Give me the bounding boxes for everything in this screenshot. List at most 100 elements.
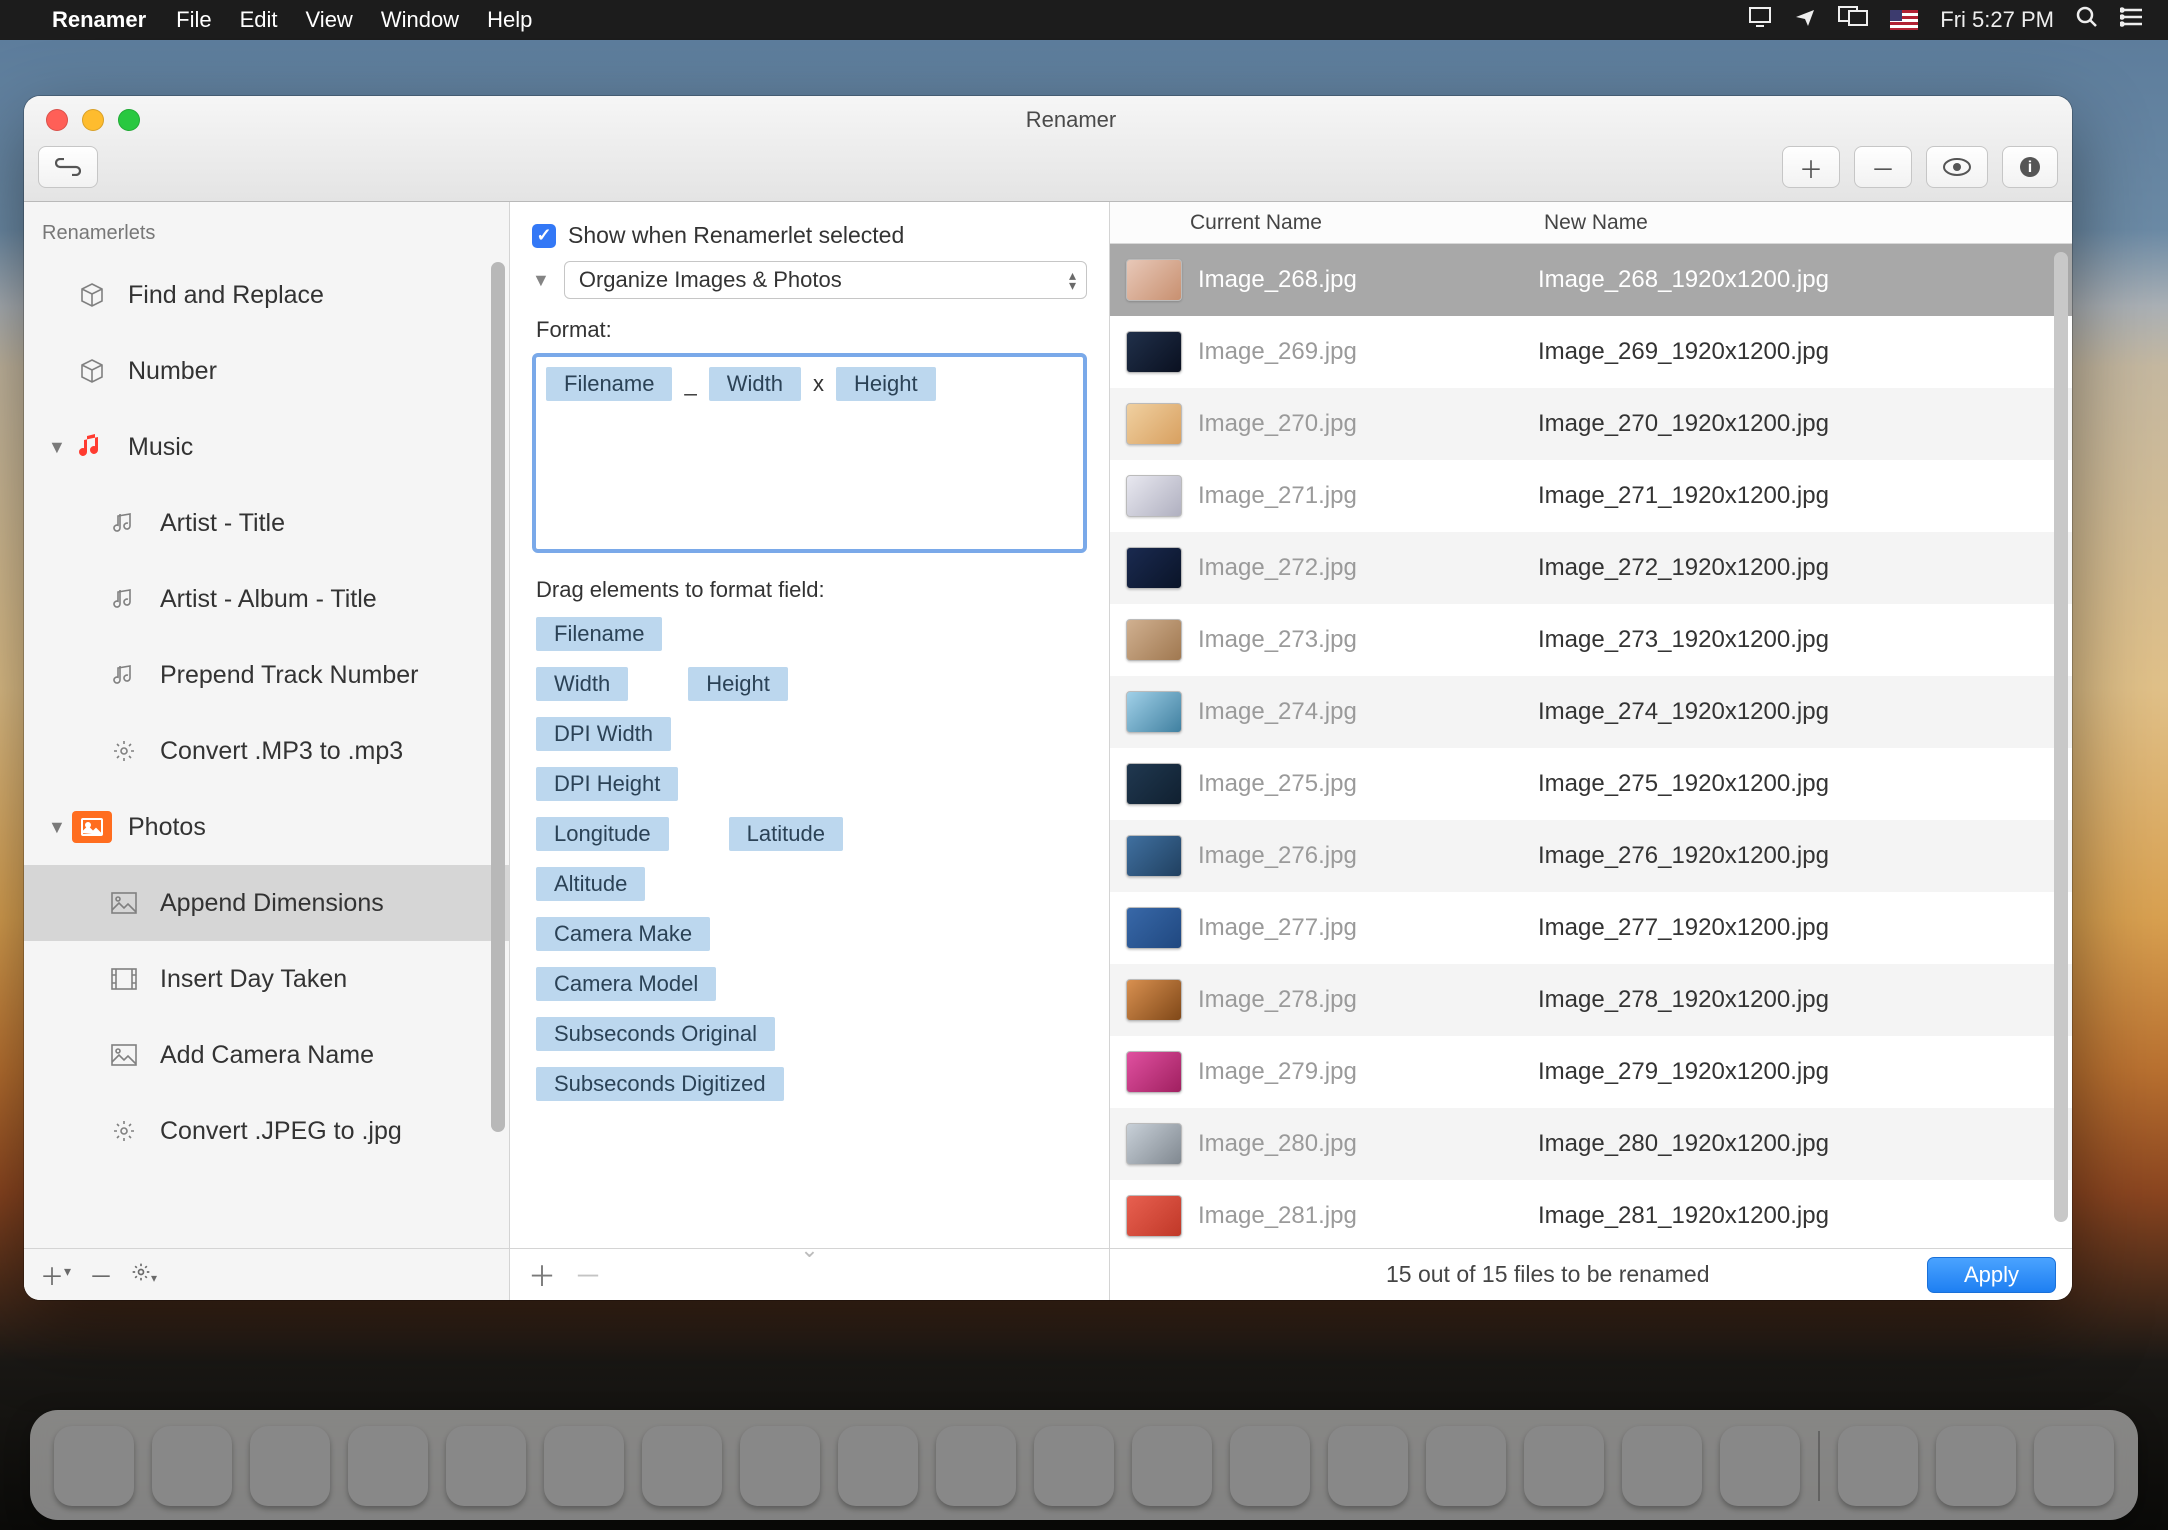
info-button[interactable]: i (2002, 146, 2058, 188)
clock[interactable]: Fri 5:27 PM (1940, 7, 2054, 33)
available-token[interactable]: Height (688, 667, 788, 701)
disclosure-triangle-icon[interactable]: ▼ (532, 270, 550, 291)
dock-app-icon[interactable] (1838, 1426, 1918, 1506)
dock-contacts-icon[interactable] (544, 1426, 624, 1506)
table-row[interactable]: Image_268.jpgImage_268_1920x1200.jpg (1110, 244, 2072, 316)
close-window-button[interactable] (46, 109, 68, 131)
dock-app-icon[interactable] (1720, 1426, 1800, 1506)
add-renamerlet-button[interactable]: ＋▾ (40, 1257, 71, 1292)
column-new-name[interactable]: New Name (1534, 211, 1648, 235)
menu-window[interactable]: Window (381, 7, 459, 33)
dock-ibooks-icon[interactable] (1426, 1426, 1506, 1506)
table-row[interactable]: Image_280.jpgImage_280_1920x1200.jpg (1110, 1108, 2072, 1180)
dock-app-icon[interactable] (1622, 1426, 1702, 1506)
sidebar-item-append-dimensions[interactable]: Append Dimensions (24, 865, 509, 941)
sidebar-item-convert-jpeg[interactable]: Convert .JPEG to .jpg (24, 1093, 509, 1169)
sidebar-item-add-camera[interactable]: Add Camera Name (24, 1017, 509, 1093)
remove-chain-button[interactable]: － (574, 1255, 602, 1295)
available-token[interactable]: Altitude (536, 867, 645, 901)
format-token-height[interactable]: Height (836, 367, 936, 401)
chevron-down-icon[interactable]: ⌄ (800, 1237, 818, 1263)
disclosure-triangle-icon[interactable]: ▼ (48, 817, 66, 838)
table-row[interactable]: Image_277.jpgImage_277_1920x1200.jpg (1110, 892, 2072, 964)
available-token[interactable]: Camera Make (536, 917, 710, 951)
available-token[interactable]: Subseconds Original (536, 1017, 775, 1051)
disclosure-triangle-icon[interactable]: ▼ (48, 437, 66, 458)
sidebar-group-music[interactable]: ▼ Music (24, 409, 509, 485)
remove-button[interactable]: － (1854, 146, 1912, 188)
dock-maps-icon[interactable] (936, 1426, 1016, 1506)
table-row[interactable]: Image_281.jpgImage_281_1920x1200.jpg (1110, 1180, 2072, 1248)
show-when-selected-checkbox[interactable] (532, 224, 556, 248)
sidebar-item-artist-album-title[interactable]: Artist - Album - Title (24, 561, 509, 637)
sidebar-item-number[interactable]: Number (24, 333, 509, 409)
sidebar-item-convert-mp3[interactable]: Convert .MP3 to .mp3 (24, 713, 509, 789)
table-row[interactable]: Image_271.jpgImage_271_1920x1200.jpg (1110, 460, 2072, 532)
sidebar-scrollbar[interactable] (491, 262, 505, 1132)
table-row[interactable]: Image_275.jpgImage_275_1920x1200.jpg (1110, 748, 2072, 820)
available-token[interactable]: Longitude (536, 817, 669, 851)
column-current-name[interactable]: Current Name (1110, 211, 1534, 235)
files-scrollbar[interactable] (2054, 252, 2068, 1222)
available-token[interactable]: Camera Model (536, 967, 716, 1001)
dock-documents-icon[interactable] (1936, 1426, 2016, 1506)
available-token[interactable]: DPI Height (536, 767, 678, 801)
table-row[interactable]: Image_270.jpgImage_270_1920x1200.jpg (1110, 388, 2072, 460)
menu-file[interactable]: File (176, 7, 211, 33)
active-app-menu[interactable]: Renamer (52, 7, 146, 33)
dock-calendar-icon[interactable] (642, 1426, 722, 1506)
dock-notes-icon[interactable] (740, 1426, 820, 1506)
dock-mail-icon[interactable] (446, 1426, 526, 1506)
add-chain-button[interactable]: ＋ (528, 1255, 556, 1295)
preview-button[interactable] (1926, 146, 1988, 188)
dock-sysprefs-icon[interactable] (1524, 1426, 1604, 1506)
minimize-window-button[interactable] (82, 109, 104, 131)
format-field[interactable]: Filename _ Width x Height (532, 353, 1087, 553)
format-separator[interactable]: x (801, 367, 836, 401)
apply-button[interactable]: Apply (1927, 1257, 2056, 1293)
table-row[interactable]: Image_273.jpgImage_273_1920x1200.jpg (1110, 604, 2072, 676)
table-row[interactable]: Image_278.jpgImage_278_1920x1200.jpg (1110, 964, 2072, 1036)
sidebar-item-insert-day[interactable]: Insert Day Taken (24, 941, 509, 1017)
dock-trash-icon[interactable] (2034, 1426, 2114, 1506)
menu-help[interactable]: Help (487, 7, 532, 33)
dock-reminders-icon[interactable] (838, 1426, 918, 1506)
zoom-window-button[interactable] (118, 109, 140, 131)
available-token[interactable]: Filename (536, 617, 662, 651)
tray-icon[interactable] (1794, 6, 1816, 34)
add-button[interactable]: ＋ (1782, 146, 1840, 188)
dock-safari-icon[interactable] (348, 1426, 428, 1506)
table-row[interactable]: Image_279.jpgImage_279_1920x1200.jpg (1110, 1036, 2072, 1108)
dock-finder-icon[interactable] (54, 1426, 134, 1506)
format-token-filename[interactable]: Filename (546, 367, 672, 401)
format-separator[interactable]: _ (672, 367, 708, 401)
chain-link-button[interactable] (38, 146, 98, 188)
spotlight-icon[interactable] (2076, 6, 2098, 34)
notifications-icon[interactable] (2120, 7, 2144, 33)
dock-facetime-icon[interactable] (1230, 1426, 1310, 1506)
remove-renamerlet-button[interactable]: － (89, 1257, 113, 1292)
sidebar-group-photos[interactable]: ▼ Photos (24, 789, 509, 865)
table-row[interactable]: Image_276.jpgImage_276_1920x1200.jpg (1110, 820, 2072, 892)
available-token[interactable]: Latitude (729, 817, 843, 851)
sidebar-item-artist-title[interactable]: Artist - Title (24, 485, 509, 561)
preset-select[interactable]: Organize Images & Photos ▴▾ (564, 261, 1087, 299)
actions-button[interactable]: ▾ (131, 1261, 157, 1289)
available-token[interactable]: Subseconds Digitized (536, 1067, 784, 1101)
sidebar-item-prepend-track[interactable]: Prepend Track Number (24, 637, 509, 713)
dock-siri-icon[interactable] (152, 1426, 232, 1506)
dock-photos-icon[interactable] (1034, 1426, 1114, 1506)
format-token-width[interactable]: Width (709, 367, 801, 401)
sidebar-item-find-replace[interactable]: Find and Replace (24, 257, 509, 333)
menu-view[interactable]: View (306, 7, 353, 33)
table-row[interactable]: Image_274.jpgImage_274_1920x1200.jpg (1110, 676, 2072, 748)
available-token[interactable]: DPI Width (536, 717, 671, 751)
dock-itunes-icon[interactable] (1328, 1426, 1408, 1506)
tray-icon[interactable] (1748, 6, 1772, 34)
dock-launchpad-icon[interactable] (250, 1426, 330, 1506)
flag-icon[interactable] (1890, 10, 1918, 30)
table-row[interactable]: Image_272.jpgImage_272_1920x1200.jpg (1110, 532, 2072, 604)
dock-messages-icon[interactable] (1132, 1426, 1212, 1506)
table-row[interactable]: Image_269.jpgImage_269_1920x1200.jpg (1110, 316, 2072, 388)
available-token[interactable]: Width (536, 667, 628, 701)
